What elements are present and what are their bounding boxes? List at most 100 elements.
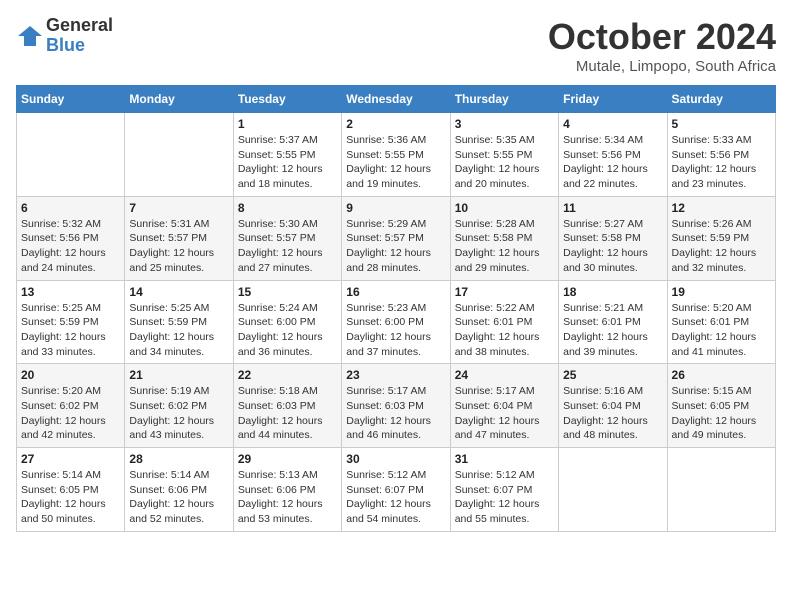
header: General Blue October 2024 Mutale, Limpop… [16,16,776,75]
calendar-cell: 21 Sunrise: 5:19 AMSunset: 6:02 PMDayligh… [125,364,233,448]
day-number: 18 [563,285,662,299]
day-number: 10 [455,201,554,215]
calendar-cell: 19Sunrise: 5:20 AMSunset: 6:01 PMDayligh… [667,280,775,364]
calendar-header-cell: Tuesday [233,86,341,113]
day-number: 22 [238,368,337,382]
calendar-cell: 7 Sunrise: 5:31 AMSunset: 5:57 PMDaylight… [125,196,233,280]
calendar-body: 1 Sunrise: 5:37 AMSunset: 5:55 PMDaylight… [17,113,776,532]
day-info: Sunrise: 5:17 AMSunset: 6:04 PMDaylight:… [455,384,554,443]
day-number: 6 [21,201,120,215]
day-info: Sunrise: 5:20 AMSunset: 6:02 PMDaylight:… [21,384,120,443]
day-info: Sunrise: 5:29 AMSunset: 5:57 PMDaylight:… [346,217,445,276]
calendar-cell: 8Sunrise: 5:30 AMSunset: 5:57 PMDaylight… [233,196,341,280]
day-info: Sunrise: 5:17 AMSunset: 6:03 PMDaylight:… [346,384,445,443]
calendar-cell: 1 Sunrise: 5:37 AMSunset: 5:55 PMDaylight… [233,113,341,197]
calendar-cell: 3 Sunrise: 5:35 AMSunset: 5:55 PMDaylight… [450,113,558,197]
calendar-cell [559,448,667,532]
day-info: Sunrise: 5:27 AMSunset: 5:58 PMDaylight:… [563,217,662,276]
day-number: 4 [563,117,662,131]
calendar-cell: 11 Sunrise: 5:27 AMSunset: 5:58 PMDayligh… [559,196,667,280]
calendar-week-row: 6 Sunrise: 5:32 AMSunset: 5:56 PMDaylight… [17,196,776,280]
day-number: 3 [455,117,554,131]
calendar-cell: 26 Sunrise: 5:15 AMSunset: 6:05 PMDayligh… [667,364,775,448]
logo-blue: Blue [46,36,113,56]
day-info: Sunrise: 5:33 AMSunset: 5:56 PMDaylight:… [672,133,771,192]
calendar-cell: 17Sunrise: 5:22 AMSunset: 6:01 PMDayligh… [450,280,558,364]
day-number: 13 [21,285,120,299]
day-number: 8 [238,201,337,215]
day-info: Sunrise: 5:25 AMSunset: 5:59 PMDaylight:… [129,301,228,360]
calendar-week-row: 13 Sunrise: 5:25 AMSunset: 5:59 PMDayligh… [17,280,776,364]
day-info: Sunrise: 5:16 AMSunset: 6:04 PMDaylight:… [563,384,662,443]
calendar-cell [667,448,775,532]
calendar-header-cell: Friday [559,86,667,113]
day-number: 25 [563,368,662,382]
day-number: 24 [455,368,554,382]
calendar-cell [125,113,233,197]
day-number: 20 [21,368,120,382]
day-info: Sunrise: 5:15 AMSunset: 6:05 PMDaylight:… [672,384,771,443]
calendar-header-cell: Sunday [17,86,125,113]
day-info: Sunrise: 5:28 AMSunset: 5:58 PMDaylight:… [455,217,554,276]
calendar-cell: 27 Sunrise: 5:14 AMSunset: 6:05 PMDayligh… [17,448,125,532]
day-info: Sunrise: 5:19 AMSunset: 6:02 PMDaylight:… [129,384,228,443]
day-number: 12 [672,201,771,215]
calendar-header-cell: Wednesday [342,86,450,113]
day-info: Sunrise: 5:37 AMSunset: 5:55 PMDaylight:… [238,133,337,192]
day-info: Sunrise: 5:32 AMSunset: 5:56 PMDaylight:… [21,217,120,276]
day-info: Sunrise: 5:23 AMSunset: 6:00 PMDaylight:… [346,301,445,360]
day-info: Sunrise: 5:34 AMSunset: 5:56 PMDaylight:… [563,133,662,192]
calendar-cell: 22Sunrise: 5:18 AMSunset: 6:03 PMDayligh… [233,364,341,448]
title-area: October 2024 Mutale, Limpopo, South Afri… [548,16,776,75]
calendar-header-cell: Thursday [450,86,558,113]
day-number: 9 [346,201,445,215]
calendar-cell: 9 Sunrise: 5:29 AMSunset: 5:57 PMDaylight… [342,196,450,280]
calendar-cell: 30 Sunrise: 5:12 AMSunset: 6:07 PMDayligh… [342,448,450,532]
logo: General Blue [16,16,113,56]
calendar-cell: 29 Sunrise: 5:13 AMSunset: 6:06 PMDayligh… [233,448,341,532]
calendar-cell: 25 Sunrise: 5:16 AMSunset: 6:04 PMDayligh… [559,364,667,448]
calendar-cell: 4 Sunrise: 5:34 AMSunset: 5:56 PMDaylight… [559,113,667,197]
calendar-cell: 10 Sunrise: 5:28 AMSunset: 5:58 PMDayligh… [450,196,558,280]
day-info: Sunrise: 5:35 AMSunset: 5:55 PMDaylight:… [455,133,554,192]
day-number: 1 [238,117,337,131]
logo-icon [16,22,44,50]
day-number: 11 [563,201,662,215]
day-info: Sunrise: 5:36 AMSunset: 5:55 PMDaylight:… [346,133,445,192]
location-title: Mutale, Limpopo, South Africa [548,58,776,75]
day-info: Sunrise: 5:31 AMSunset: 5:57 PMDaylight:… [129,217,228,276]
day-number: 26 [672,368,771,382]
calendar-cell: 6 Sunrise: 5:32 AMSunset: 5:56 PMDaylight… [17,196,125,280]
calendar-cell: 23 Sunrise: 5:17 AMSunset: 6:03 PMDayligh… [342,364,450,448]
calendar-cell: 20 Sunrise: 5:20 AMSunset: 6:02 PMDayligh… [17,364,125,448]
calendar-cell: 31Sunrise: 5:12 AMSunset: 6:07 PMDayligh… [450,448,558,532]
day-info: Sunrise: 5:22 AMSunset: 6:01 PMDaylight:… [455,301,554,360]
day-number: 29 [238,452,337,466]
day-number: 30 [346,452,445,466]
calendar-cell: 14 Sunrise: 5:25 AMSunset: 5:59 PMDayligh… [125,280,233,364]
day-info: Sunrise: 5:13 AMSunset: 6:06 PMDaylight:… [238,468,337,527]
day-number: 27 [21,452,120,466]
day-number: 5 [672,117,771,131]
day-number: 16 [346,285,445,299]
calendar-cell: 2Sunrise: 5:36 AMSunset: 5:55 PMDaylight… [342,113,450,197]
calendar-cell: 13Sunrise: 5:25 AMSunset: 5:59 PMDayligh… [17,280,125,364]
calendar-cell: 16 Sunrise: 5:23 AMSunset: 6:00 PMDayligh… [342,280,450,364]
calendar-cell: 15Sunrise: 5:24 AMSunset: 6:00 PMDayligh… [233,280,341,364]
day-number: 14 [129,285,228,299]
calendar-cell: 28Sunrise: 5:14 AMSunset: 6:06 PMDayligh… [125,448,233,532]
calendar-header-cell: Monday [125,86,233,113]
day-info: Sunrise: 5:24 AMSunset: 6:00 PMDaylight:… [238,301,337,360]
day-info: Sunrise: 5:14 AMSunset: 6:05 PMDaylight:… [21,468,120,527]
day-number: 21 [129,368,228,382]
calendar-cell [17,113,125,197]
calendar-cell: 24 Sunrise: 5:17 AMSunset: 6:04 PMDayligh… [450,364,558,448]
day-number: 23 [346,368,445,382]
day-number: 31 [455,452,554,466]
day-info: Sunrise: 5:12 AMSunset: 6:07 PMDaylight:… [346,468,445,527]
calendar-week-row: 27 Sunrise: 5:14 AMSunset: 6:05 PMDayligh… [17,448,776,532]
day-number: 19 [672,285,771,299]
calendar-header-cell: Saturday [667,86,775,113]
day-number: 7 [129,201,228,215]
day-info: Sunrise: 5:26 AMSunset: 5:59 PMDaylight:… [672,217,771,276]
